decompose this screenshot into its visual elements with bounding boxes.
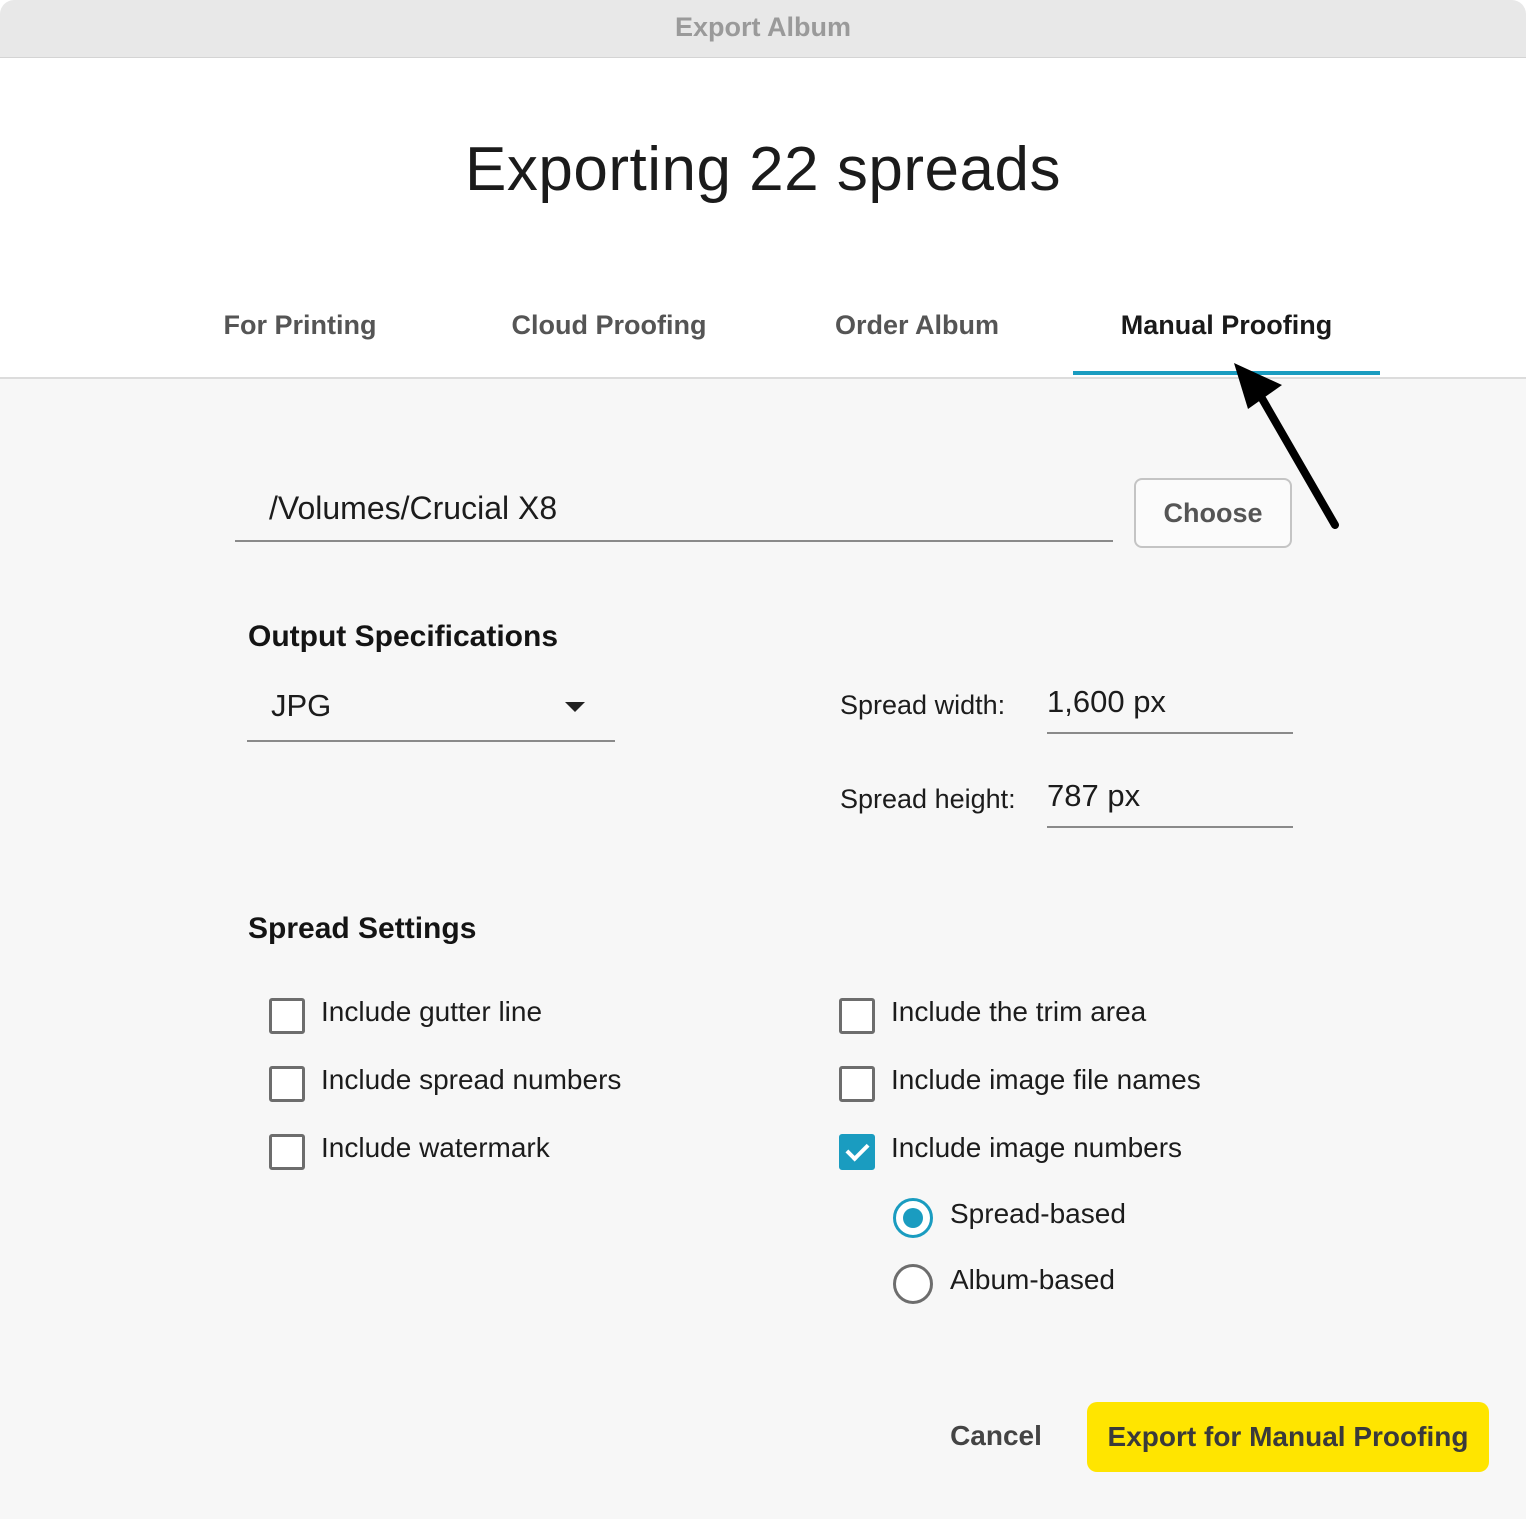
destination-path-value: /Volumes/Crucial X8 bbox=[269, 490, 558, 526]
include-trim-area-label: Include the trim area bbox=[891, 996, 1147, 1027]
include-spread-numbers-checkbox[interactable] bbox=[269, 1066, 305, 1102]
window-title: Export Album bbox=[674, 12, 851, 42]
album-based-radio[interactable] bbox=[893, 1264, 933, 1304]
spread-based-label: Spread-based bbox=[950, 1198, 1126, 1229]
include-gutter-line-label: Include gutter line bbox=[321, 996, 543, 1027]
include-gutter-line-checkbox[interactable] bbox=[269, 998, 305, 1034]
cancel-button[interactable]: Cancel bbox=[936, 1408, 1056, 1464]
spread-width-input[interactable]: 1,600 px bbox=[1047, 682, 1293, 734]
include-watermark-checkbox[interactable] bbox=[269, 1134, 305, 1170]
title-bar: Export Album bbox=[0, 0, 1526, 58]
spread-based-radio[interactable] bbox=[893, 1198, 933, 1238]
tab-cloud-proofing[interactable]: Cloud Proofing bbox=[489, 310, 729, 341]
include-image-numbers-label: Include image numbers bbox=[891, 1132, 1183, 1163]
tab-manual-proofing[interactable]: Manual Proofing bbox=[1073, 310, 1380, 341]
export-album-dialog: Export Album Exporting 22 spreads For Pr… bbox=[0, 0, 1526, 1519]
include-trim-area-checkbox[interactable] bbox=[839, 998, 875, 1034]
include-spread-numbers-label: Include spread numbers bbox=[321, 1064, 622, 1095]
caret-down-icon bbox=[565, 702, 585, 712]
include-image-numbers-checkbox[interactable] bbox=[839, 1134, 875, 1170]
include-watermark-label: Include watermark bbox=[321, 1132, 550, 1163]
spread-height-value: 787 px bbox=[1047, 778, 1141, 813]
tab-order-album[interactable]: Order Album bbox=[812, 310, 1022, 341]
spread-settings-heading: Spread Settings bbox=[248, 912, 477, 945]
tab-for-printing[interactable]: For Printing bbox=[200, 310, 400, 341]
format-select[interactable]: JPG bbox=[247, 680, 615, 742]
dialog-header: Exporting 22 spreads For Printing Cloud … bbox=[0, 58, 1526, 379]
destination-path-field[interactable]: /Volumes/Crucial X8 bbox=[235, 480, 1113, 542]
format-select-value: JPG bbox=[271, 688, 332, 723]
spread-height-label: Spread height: bbox=[840, 784, 1016, 814]
include-image-file-names-checkbox[interactable] bbox=[839, 1066, 875, 1102]
include-image-file-names-label: Include image file names bbox=[891, 1064, 1201, 1095]
arrow-pointer-icon bbox=[1234, 363, 1339, 529]
output-specifications-heading: Output Specifications bbox=[248, 620, 559, 653]
page-title: Exporting 22 spreads bbox=[465, 135, 1061, 204]
export-manual-proofing-button[interactable]: Export for Manual Proofing bbox=[1087, 1402, 1489, 1472]
album-based-label: Album-based bbox=[950, 1264, 1115, 1295]
spread-width-value: 1,600 px bbox=[1047, 684, 1166, 719]
spread-width-label: Spread width: bbox=[840, 690, 1006, 720]
spread-height-input[interactable]: 787 px bbox=[1047, 776, 1293, 828]
